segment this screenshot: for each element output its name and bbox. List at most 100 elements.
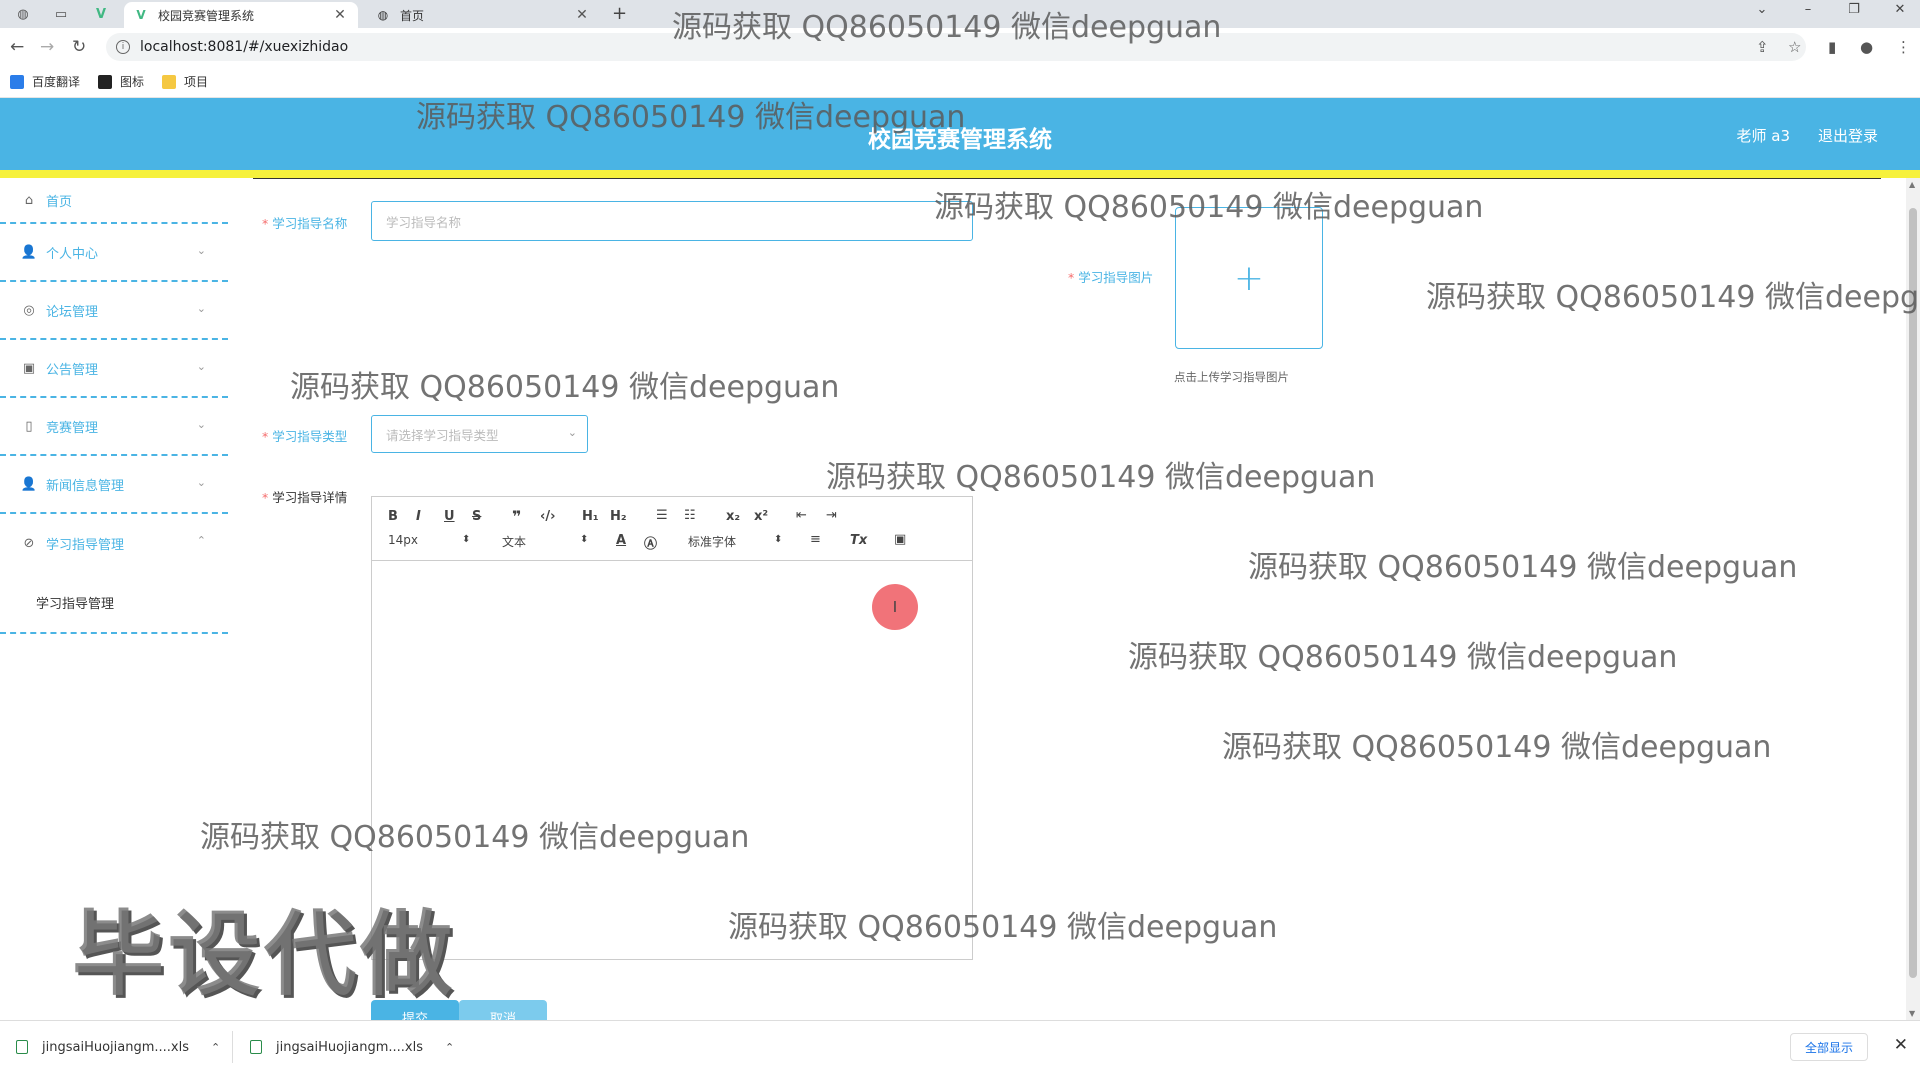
background-color-icon[interactable]: Ⓐ [644,533,657,552]
minimize-icon[interactable]: – [1788,2,1828,17]
watermark: 源码获取 QQ86050149 微信deepguan [1248,550,1798,585]
image-upload[interactable]: + [1175,207,1323,349]
url-field[interactable]: i localhost:8081/#/xuexizhidao [106,33,1806,61]
star-icon[interactable]: ☆ [1788,38,1801,56]
image-icon [98,74,113,89]
globe-icon[interactable]: ◍ [8,2,38,26]
sidebar-item-news[interactable]: 👤 新闻信息管理 ⌄ [0,456,228,514]
heading-select[interactable]: 文本 ⬍ [502,533,588,550]
vue-logo-icon[interactable]: V [86,2,116,26]
back-icon[interactable]: ← [10,37,24,57]
tab-thumbnail-icon[interactable]: ▭ [46,2,76,26]
chevron-up-icon[interactable]: ⌃ [211,1041,220,1054]
show-all-button[interactable]: 全部显示 [1789,1033,1868,1061]
blockquote-icon[interactable]: ❞ [512,507,521,526]
new-tab-icon[interactable]: + [612,3,627,24]
vue-logo-icon: V [136,8,146,22]
profile-icon[interactable]: ● [1860,38,1873,56]
browser-tab-bar: ◍ ▭ V V 校园竞赛管理系统 ✕ ◍ 首页 ✕ + ⌄ – ❐ ✕ [0,0,1920,28]
sidebar-item-label: 学习指导管理 [46,537,125,553]
bookmark-label: 图标 [120,75,145,89]
close-icon[interactable]: ✕ [332,7,348,23]
info-icon[interactable]: i [116,40,130,54]
outdent-icon[interactable]: ⇤ [796,508,807,523]
forward-icon[interactable]: → [40,37,54,57]
indent-icon[interactable]: ⇥ [826,508,837,523]
cancel-button[interactable]: 取消 [459,1000,547,1020]
page-scrollbar[interactable]: ▲ ▼ [1906,178,1920,1020]
ordered-list-icon[interactable]: ☰ [656,508,668,523]
submit-button[interactable]: 提交 [371,1000,459,1020]
download-item[interactable]: jingsaiHuojiangm....xls ⌃ [250,1035,454,1059]
name-label: * 学习指导名称 [262,216,348,231]
chevron-up-icon[interactable]: ⌃ [445,1041,454,1054]
image-label: * 学习指导图片 [1068,270,1154,285]
italic-icon[interactable]: I [416,509,421,524]
h1-icon[interactable]: H₁ [582,509,599,524]
sidebar-subitem-study[interactable]: 学习指导管理 [0,572,228,634]
editor-toolbar: B I U S ❞ ‹/› H₁ H₂ ☰ ☷ x₂ x² ⇤ ⇥ 14px ⬍… [372,497,972,561]
chevron-down-icon: ⌄ [196,302,206,315]
sidebar-item-label: 竞赛管理 [46,420,99,436]
sidebar-item-label: 新闻信息管理 [46,478,125,494]
address-bar: ← → ↻ i localhost:8081/#/xuexizhidao ⇪ ☆… [0,28,1920,66]
font-color-icon[interactable]: A [616,533,626,548]
scroll-up-icon[interactable]: ▲ [1909,180,1915,189]
download-item[interactable]: jingsaiHuojiangm....xls ⌃ [16,1035,220,1059]
bullet-list-icon[interactable]: ☷ [684,508,696,523]
reload-icon[interactable]: ↻ [72,37,86,57]
current-user: 老师 a3 [1736,127,1790,145]
home-icon: ⌂ [24,192,34,208]
sidebar-item-home[interactable]: ⌂ 首页 [0,178,228,224]
tab-home[interactable]: ◍ 首页 ✕ [366,2,600,28]
download-filename: jingsaiHuojiangm....xls [42,1039,189,1055]
bookmark-baidu-translate[interactable]: 百度翻译 [10,73,80,90]
plus-icon: + [1233,257,1265,299]
restore-icon[interactable]: ❐ [1834,2,1874,17]
sidebar-item-personal[interactable]: 👤 个人中心 ⌄ [0,224,228,282]
type-select[interactable]: 请选择学习指导类型 ⌄ [371,415,588,453]
close-icon[interactable]: ✕ [1894,1035,1908,1055]
underline-icon[interactable]: U [444,509,455,524]
sort-icon: ⬍ [462,534,471,545]
scrollbar-thumb[interactable] [1909,208,1917,978]
superscript-icon[interactable]: x² [754,509,768,524]
sidebar-item-forum[interactable]: ◎ 论坛管理 ⌄ [0,282,228,340]
subscript-icon[interactable]: x₂ [726,509,740,524]
detail-label: * 学习指导详情 [262,490,348,505]
sidebar-item-contest[interactable]: ▯ 竞赛管理 ⌄ [0,398,228,456]
logout-button[interactable]: 退出登录 [1818,125,1878,146]
bookmark-icons[interactable]: 图标 [98,73,144,90]
name-input[interactable]: 学习指导名称 [371,201,973,241]
watermark: 源码获取 QQ86050149 微信deepguan [1222,730,1772,765]
window-close-icon[interactable]: ✕ [1880,2,1920,17]
rich-text-editor[interactable]: B I U S ❞ ‹/› H₁ H₂ ☰ ☷ x₂ x² ⇤ ⇥ 14px ⬍… [371,496,973,960]
menu-dots-icon[interactable]: ⋮ [1896,38,1911,56]
download-bar: jingsaiHuojiangm....xls ⌃ jingsaiHuojian… [0,1020,1920,1072]
sidebar-item-study[interactable]: ⊘ 学习指导管理 ⌃ [0,514,228,572]
tab-search-icon[interactable]: ⌄ [1742,2,1782,17]
h2-icon[interactable]: H₂ [610,509,627,524]
code-icon[interactable]: ‹/› [540,509,555,524]
translate-icon [10,74,24,89]
sidebar: ⌂ 首页 👤 个人中心 ⌄ ◎ 论坛管理 ⌄ ▣ 公告管理 ⌄ ▯ 竞赛管理 ⌄… [0,178,228,1020]
clear-format-icon[interactable]: Tx [850,533,867,548]
sidebar-item-notice[interactable]: ▣ 公告管理 ⌄ [0,340,228,398]
align-icon[interactable]: ≡ [810,532,821,547]
strike-icon[interactable]: S [472,509,481,524]
app-header: 校园竞赛管理系统 老师 a3 退出登录 [0,98,1920,170]
bookmark-project[interactable]: 项目 [162,73,208,90]
scroll-down-icon[interactable]: ▼ [1909,1009,1915,1018]
tab-app[interactable]: V 校园竞赛管理系统 ✕ [124,2,358,28]
contest-icon: ▯ [25,418,33,434]
share-icon[interactable]: ⇪ [1756,38,1769,56]
type-placeholder: 请选择学习指导类型 [386,427,499,443]
type-label: * 学习指导类型 [262,429,348,444]
font-size-select[interactable]: 14px ⬍ [388,533,470,547]
font-family-select[interactable]: 标准字体 ⬍ [688,533,782,550]
close-icon[interactable]: ✕ [574,7,590,23]
sidepanel-icon[interactable]: ▮ [1828,38,1836,56]
bold-icon[interactable]: B [388,509,398,524]
folder-icon [162,74,177,89]
image-icon[interactable]: ▣ [894,532,906,547]
